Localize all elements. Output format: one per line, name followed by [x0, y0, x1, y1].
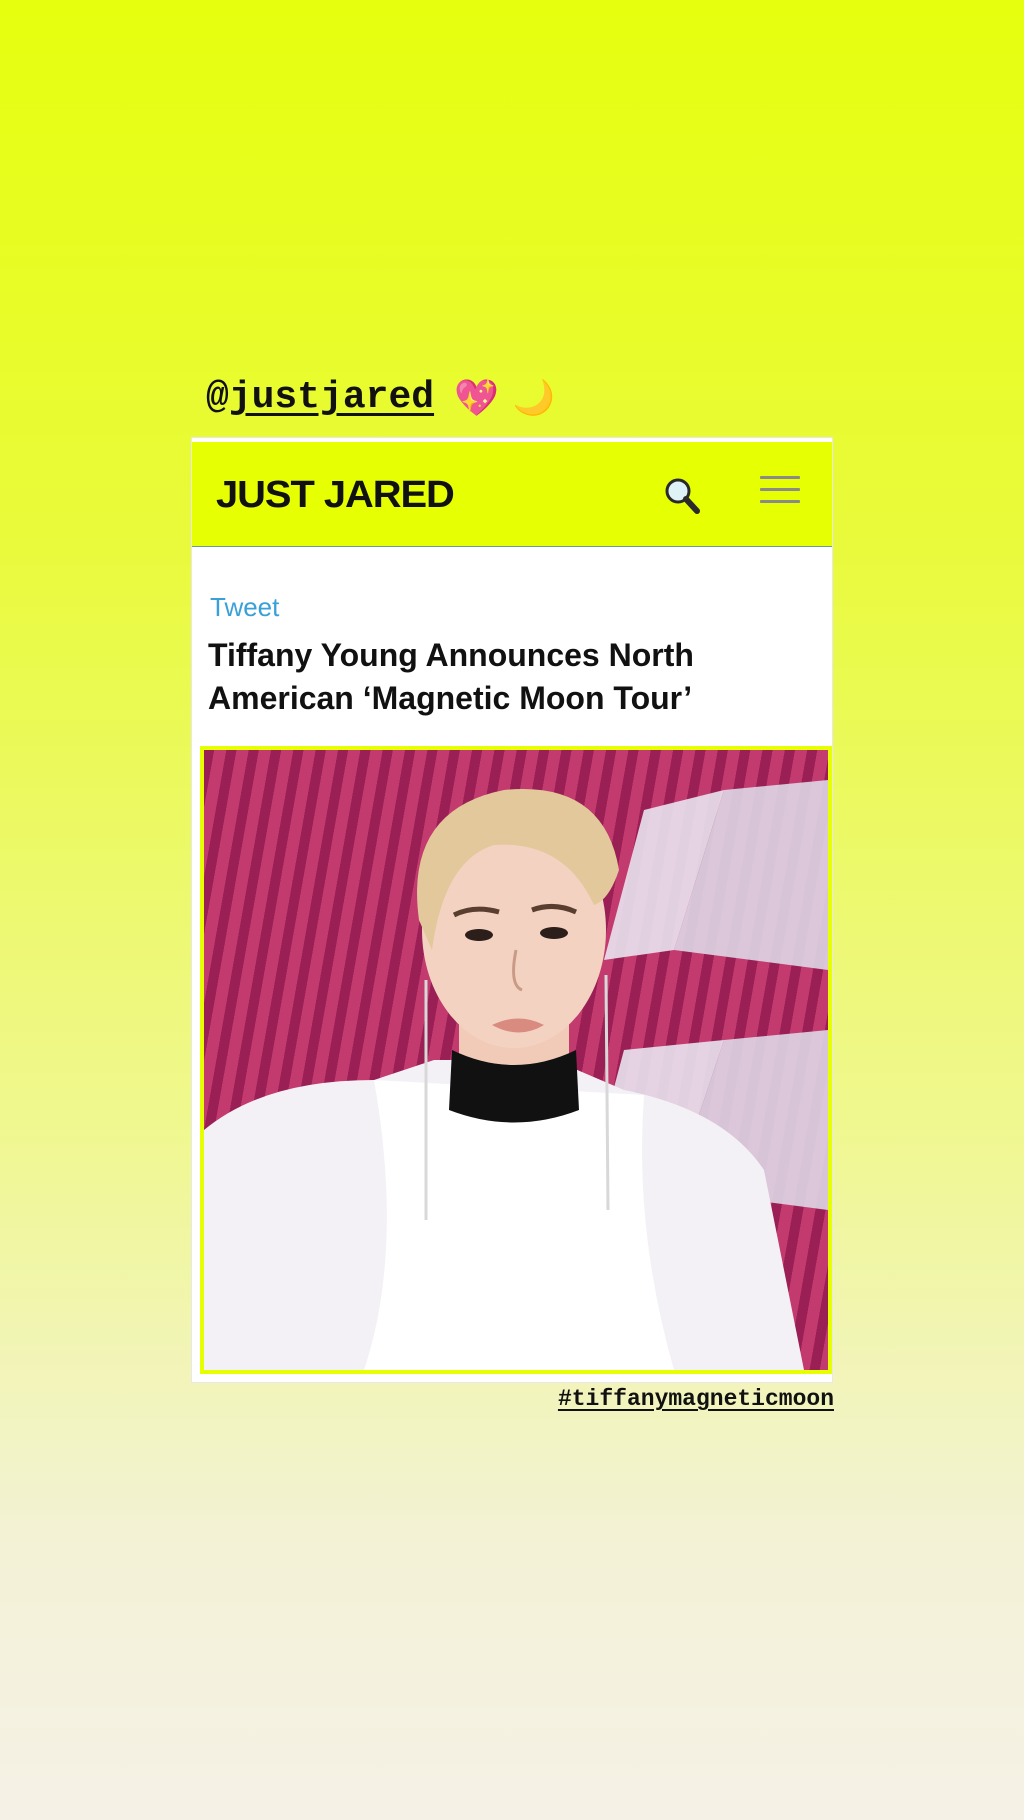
hamburger-menu-icon[interactable]: [760, 476, 800, 506]
site-header: JUST JARED: [192, 442, 832, 547]
crescent-moon-emoji: 🌙: [512, 378, 556, 417]
article-headline[interactable]: Tiffany Young Announces North American ‘…: [208, 634, 808, 720]
sparkling-heart-emoji: 💖: [454, 376, 499, 418]
shared-article-card[interactable]: JUST JARED Tweet Tiffany Young Announces…: [192, 438, 832, 1382]
search-icon[interactable]: [662, 476, 702, 516]
site-logo[interactable]: JUST JARED: [216, 474, 455, 517]
tweet-link[interactable]: Tweet: [210, 592, 279, 623]
story-mention-row: @justjared 💖 🌙: [206, 376, 555, 419]
mention-sticker[interactable]: @justjared: [206, 376, 434, 419]
article-photo[interactable]: [200, 746, 832, 1374]
hashtag-sticker[interactable]: #tiffanymagneticmoon: [558, 1386, 834, 1412]
mention-prefix: @: [206, 376, 229, 419]
mention-handle: justjared: [228, 376, 435, 419]
